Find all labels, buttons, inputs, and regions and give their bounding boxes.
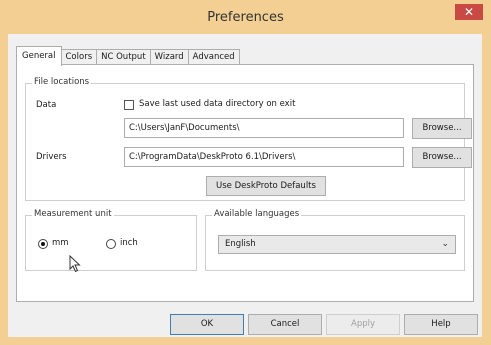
- tab-strip: General Colors NC Output Wizard Advanced: [16, 46, 240, 66]
- save-last-directory-checkbox[interactable]: [124, 100, 134, 110]
- tab-advanced[interactable]: Advanced: [187, 49, 240, 65]
- measurement-unit-legend: Measurement unit: [32, 209, 114, 219]
- language-dropdown[interactable]: English ⌄: [218, 235, 456, 254]
- file-locations-legend: File locations: [32, 77, 92, 87]
- drivers-browse-button[interactable]: Browse...: [412, 147, 472, 168]
- measurement-unit-group: Measurement unit mm inch: [25, 209, 197, 271]
- use-defaults-button[interactable]: Use DeskProto Defaults: [206, 176, 326, 196]
- window-title: Preferences: [207, 10, 284, 25]
- tab-nc-output[interactable]: NC Output: [96, 49, 151, 65]
- tab-wizard[interactable]: Wizard: [149, 49, 189, 65]
- help-button[interactable]: Help: [404, 314, 478, 335]
- apply-button[interactable]: Apply: [326, 314, 400, 335]
- language-selected-value: English: [225, 239, 256, 249]
- inch-label[interactable]: inch: [120, 238, 138, 248]
- drivers-path-field[interactable]: C:\ProgramData\DeskProto 6.1\Drivers\: [124, 147, 404, 167]
- tab-colors[interactable]: Colors: [60, 49, 98, 65]
- mouse-cursor-icon: [69, 255, 81, 273]
- available-languages-legend: Available languages: [212, 209, 302, 219]
- ok-button[interactable]: OK: [170, 314, 244, 335]
- drivers-label: Drivers: [36, 152, 67, 162]
- title-bar[interactable]: Preferences ✕: [0, 0, 491, 34]
- available-languages-group: Available languages English ⌄: [205, 209, 465, 271]
- file-locations-group: File locations Data Save last used data …: [25, 77, 472, 201]
- preferences-window: Preferences ✕ General Colors NC Output W…: [0, 0, 491, 345]
- close-button[interactable]: ✕: [455, 4, 483, 20]
- save-last-directory-label[interactable]: Save last used data directory on exit: [139, 99, 295, 109]
- data-browse-button[interactable]: Browse...: [412, 118, 472, 139]
- close-icon: ✕: [463, 5, 475, 19]
- tab-general[interactable]: General: [16, 46, 62, 66]
- data-path-field[interactable]: C:\Users\JanF\Documents\: [124, 118, 404, 138]
- mm-label[interactable]: mm: [52, 238, 69, 248]
- dialog-client-area: General Colors NC Output Wizard Advanced…: [8, 34, 482, 337]
- chevron-down-icon: ⌄: [441, 239, 449, 249]
- cancel-button[interactable]: Cancel: [248, 314, 322, 335]
- data-label: Data: [36, 100, 57, 110]
- general-tab-panel: File locations Data Save last used data …: [16, 64, 474, 302]
- inch-radio[interactable]: [106, 239, 116, 249]
- mm-radio[interactable]: [38, 239, 48, 249]
